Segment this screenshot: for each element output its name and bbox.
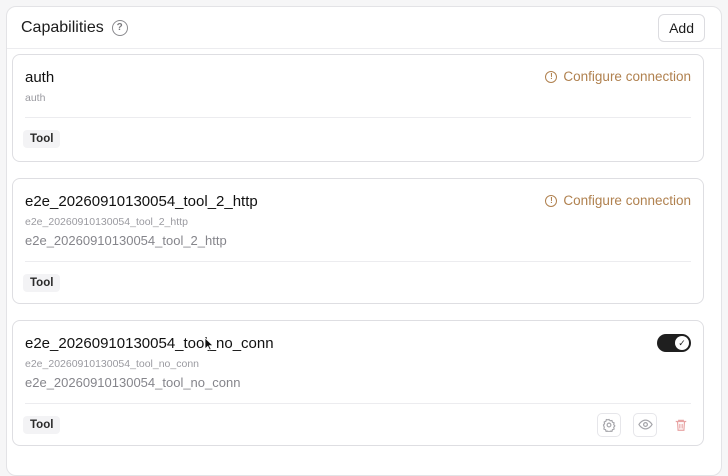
capability-description: e2e_20260910130054_tool_2_http [25,233,227,248]
configure-connection-link[interactable]: ! Configure connection [545,69,691,84]
view-button[interactable] [633,412,657,437]
alert-circle-icon: ! [545,194,558,207]
capability-subtitle: auth [25,92,46,104]
settings-button[interactable] [597,412,621,437]
type-tag: Tool [23,129,61,148]
capability-card: auth auth ! Configure connection Tool [12,54,704,162]
capability-description: e2e_20260910130054_tool_no_conn [25,375,241,390]
alert-circle-icon: ! [545,70,558,83]
capability-title: e2e_20260910130054_tool_no_conn [25,335,274,352]
capability-subtitle: e2e_20260910130054_tool_no_conn [25,358,200,370]
eye-icon [637,419,653,430]
gear-icon [602,418,616,432]
card-actions [597,412,693,437]
type-tag: Tool [23,415,61,434]
panel-title: Capabilities [21,18,104,36]
capability-subtitle: e2e_20260910130054_tool_2_http [25,216,188,228]
trash-icon [675,419,687,431]
panel-title-group: Capabilities ? [21,19,128,37]
configure-connection-label: Configure connection [563,193,691,208]
check-icon: ✓ [675,336,689,350]
type-tag: Tool [23,273,61,292]
capabilities-list: auth auth ! Configure connection Tool e2… [12,54,704,462]
card-footer: Tool [23,261,691,303]
card-footer: Tool [23,117,691,159]
add-button[interactable]: Add [658,13,705,42]
capability-card: e2e_20260910130054_tool_no_conn e2e_2026… [12,320,704,446]
mouse-cursor-icon [204,337,214,351]
configure-connection-label: Configure connection [563,69,691,84]
capability-card: e2e_20260910130054_tool_2_http e2e_20260… [12,178,704,304]
panel-header: Capabilities ? Add [7,7,721,49]
delete-button[interactable] [669,412,693,437]
card-footer: Tool [23,403,693,445]
help-icon[interactable]: ? [111,19,128,36]
configure-connection-link[interactable]: ! Configure connection [545,193,691,208]
enable-toggle[interactable]: ✓ [657,334,691,352]
